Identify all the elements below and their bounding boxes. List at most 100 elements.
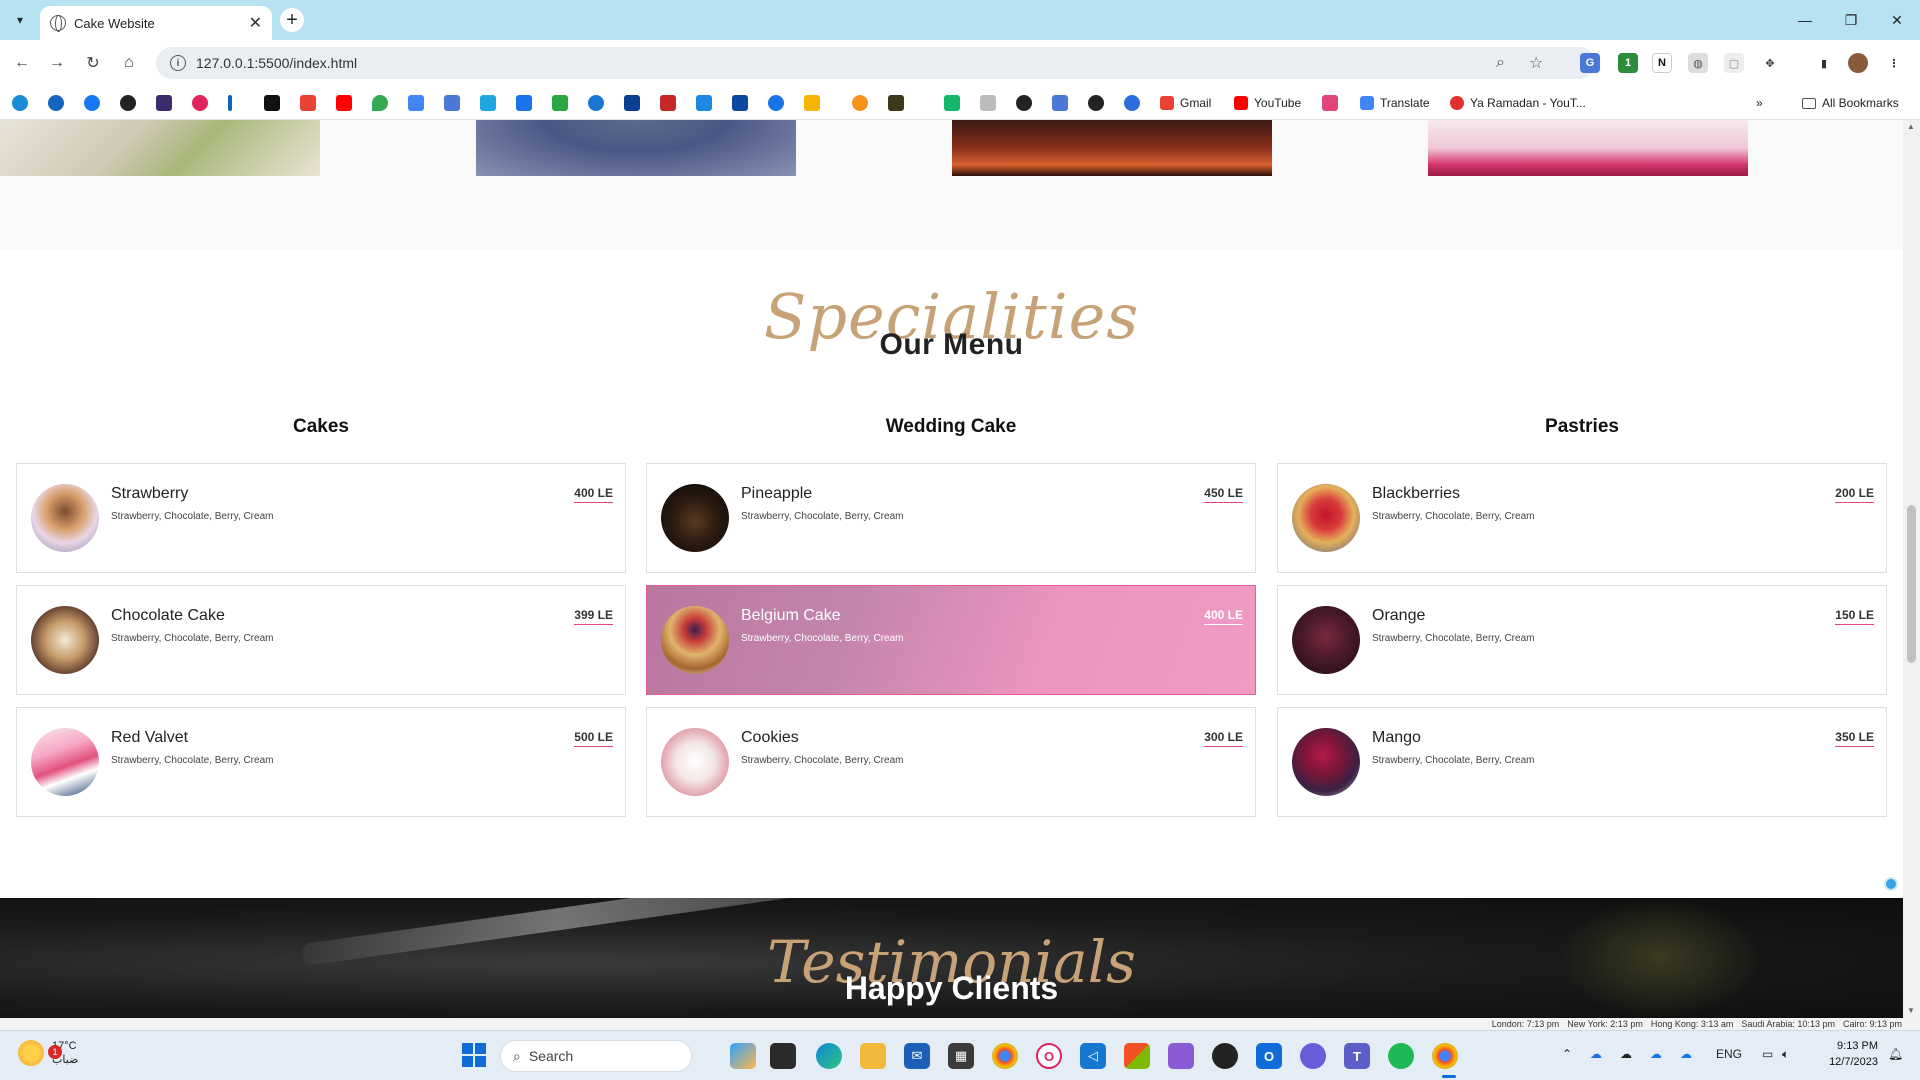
bookmark-app-icon[interactable]: [1322, 95, 1338, 111]
bookmarks-overflow-button[interactable]: »: [1756, 94, 1763, 112]
avatar[interactable]: [1848, 53, 1868, 73]
bookmark-app-icon[interactable]: [696, 95, 712, 111]
bookmark-app-icon[interactable]: [12, 95, 28, 111]
extensions-icon[interactable]: ✥: [1760, 53, 1780, 73]
bookmark-app-icon[interactable]: [944, 95, 960, 111]
menu-item-card[interactable]: Red Valvet Strawberry, Chocolate, Berry,…: [16, 707, 626, 817]
minimize-button[interactable]: —: [1782, 0, 1828, 40]
gmail-icon[interactable]: [300, 95, 316, 111]
reload-button[interactable]: ↻: [81, 51, 105, 75]
menu-item-card[interactable]: Orange Strawberry, Chocolate, Berry, Cre…: [1277, 585, 1887, 695]
chat-widget-icon[interactable]: [1884, 877, 1898, 891]
translate-ext-icon[interactable]: G: [1580, 53, 1600, 73]
onedrive-icon[interactable]: ☁: [1590, 1047, 1602, 1061]
bookmark-app-icon[interactable]: [732, 95, 748, 111]
bookmark-ya-ramadan[interactable]: Ya Ramadan - YouT...: [1450, 94, 1586, 112]
translate-icon[interactable]: [444, 95, 460, 111]
visual-studio-icon[interactable]: [1168, 1043, 1194, 1069]
forward-button[interactable]: →: [45, 51, 69, 75]
display-icon[interactable]: ▭: [1762, 1047, 1773, 1061]
ext-badge-icon[interactable]: 1: [1618, 53, 1638, 73]
bookmark-app-icon[interactable]: [480, 95, 496, 111]
notification-bell-icon[interactable]: 🔔︎: [1888, 1047, 1903, 1061]
gallery-image[interactable]: [476, 120, 796, 176]
onedrive-icon[interactable]: ☁: [1680, 1047, 1692, 1061]
bookmark-app-icon[interactable]: [768, 95, 784, 111]
tab-search-icon[interactable]: ▾: [8, 8, 32, 32]
menu-item-card-active[interactable]: Belgium Cake Strawberry, Chocolate, Berr…: [646, 585, 1256, 695]
vscode-icon[interactable]: ◁: [1080, 1043, 1106, 1069]
youtube-icon[interactable]: [336, 95, 352, 111]
bookmark-gmail[interactable]: Gmail: [1160, 94, 1211, 112]
bookmark-app-icon[interactable]: [660, 95, 676, 111]
site-info-icon[interactable]: i: [170, 55, 186, 71]
gallery-image[interactable]: [0, 120, 320, 176]
side-panel-icon[interactable]: ▮: [1814, 53, 1834, 73]
zoom-icon[interactable]: ⌕: [1496, 47, 1505, 79]
app-icon[interactable]: [1300, 1043, 1326, 1069]
all-bookmarks-button[interactable]: All Bookmarks: [1802, 94, 1899, 112]
bookmark-app-icon[interactable]: [408, 95, 424, 111]
spotify-icon[interactable]: [1388, 1043, 1414, 1069]
menu-item-card[interactable]: Blackberries Strawberry, Chocolate, Berr…: [1277, 463, 1887, 573]
system-clock[interactable]: 9:13 PM 12/7/2023: [1812, 1038, 1878, 1070]
restore-button[interactable]: ❐: [1828, 0, 1874, 40]
task-view-icon[interactable]: [770, 1043, 796, 1069]
onedrive-icon[interactable]: ☁: [1650, 1047, 1662, 1061]
github-desktop-icon[interactable]: [1212, 1043, 1238, 1069]
home-button[interactable]: ⌂: [117, 51, 141, 75]
bookmark-star-icon[interactable]: ☆: [1529, 47, 1543, 79]
close-window-button[interactable]: ✕: [1874, 0, 1920, 40]
gallery-image[interactable]: [952, 120, 1272, 176]
bookmark-app-icon[interactable]: [156, 95, 172, 111]
mail-icon[interactable]: ✉: [904, 1043, 930, 1069]
bookmark-app-icon[interactable]: [888, 95, 904, 111]
file-explorer-icon[interactable]: [860, 1043, 886, 1069]
close-tab-icon[interactable]: ✕: [249, 13, 262, 33]
bookmark-app-icon[interactable]: [228, 95, 232, 111]
menu-item-card[interactable]: Pineapple Strawberry, Chocolate, Berry, …: [646, 463, 1256, 573]
office-icon[interactable]: [1124, 1043, 1150, 1069]
bookmark-app-icon[interactable]: [1052, 95, 1068, 111]
bookmark-app-icon[interactable]: [1016, 95, 1032, 111]
scroll-up-icon[interactable]: ▲: [1907, 122, 1915, 131]
globe-ext-icon[interactable]: ◍: [1688, 53, 1708, 73]
tab-cake-website[interactable]: Cake Website ✕: [40, 6, 272, 40]
facebook-icon[interactable]: [84, 95, 100, 111]
menu-item-card[interactable]: Cookies Strawberry, Chocolate, Berry, Cr…: [646, 707, 1256, 817]
outlook-icon[interactable]: O: [1256, 1043, 1282, 1069]
bookmark-translate[interactable]: Translate: [1360, 94, 1430, 112]
chrome-active-icon[interactable]: [1432, 1043, 1458, 1069]
cloud-icon[interactable]: ☁: [1620, 1047, 1632, 1061]
w3-icon[interactable]: [980, 95, 996, 111]
language-indicator[interactable]: ENG: [1716, 1047, 1742, 1061]
pinterest-icon[interactable]: [192, 95, 208, 111]
menu-item-card[interactable]: Strawberry Strawberry, Chocolate, Berry,…: [16, 463, 626, 573]
back-button[interactable]: ←: [10, 51, 34, 75]
notion-ext-icon[interactable]: N: [1652, 53, 1672, 73]
bookmark-app-icon[interactable]: [624, 95, 640, 111]
bookmark-app-icon[interactable]: [804, 95, 820, 111]
store-icon[interactable]: ▦: [948, 1043, 974, 1069]
bookmark-app-icon[interactable]: [264, 95, 280, 111]
scroll-down-icon[interactable]: ▼: [1907, 1006, 1915, 1015]
chrome-icon[interactable]: [992, 1043, 1018, 1069]
tray-overflow-icon[interactable]: ⌃: [1562, 1047, 1572, 1061]
bookmark-app-icon[interactable]: [588, 95, 604, 111]
gallery-image[interactable]: [1428, 120, 1748, 176]
blank-ext-icon[interactable]: ▢: [1724, 53, 1744, 73]
opera-icon[interactable]: O: [1036, 1043, 1062, 1069]
bookmark-app-icon[interactable]: [516, 95, 532, 111]
bookmark-app-icon[interactable]: [552, 95, 568, 111]
menu-item-card[interactable]: Chocolate Cake Strawberry, Chocolate, Be…: [16, 585, 626, 695]
maps-icon[interactable]: [372, 95, 388, 111]
menu-item-card[interactable]: Mango Strawberry, Chocolate, Berry, Crea…: [1277, 707, 1887, 817]
address-bar[interactable]: i 127.0.0.1:5500/index.html ⌕ ☆: [156, 47, 1596, 79]
bitcoin-icon[interactable]: [852, 95, 868, 111]
new-tab-button[interactable]: +: [280, 8, 304, 32]
bookmark-youtube[interactable]: YouTube: [1234, 94, 1301, 112]
scrollbar-thumb[interactable]: [1907, 505, 1916, 663]
teams-icon[interactable]: T: [1344, 1043, 1370, 1069]
start-button[interactable]: [462, 1043, 486, 1067]
edge-icon[interactable]: [816, 1043, 842, 1069]
